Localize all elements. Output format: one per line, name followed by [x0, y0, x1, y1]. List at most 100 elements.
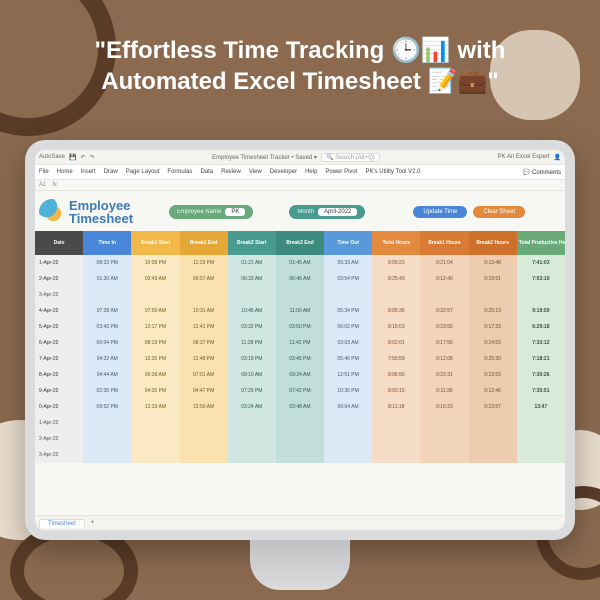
cell[interactable]: [324, 431, 372, 447]
cell[interactable]: 02:36 PM: [83, 383, 131, 399]
col-timeout[interactable]: Time Out: [324, 231, 372, 255]
cell[interactable]: 7:35:51: [517, 383, 565, 399]
month-field[interactable]: Month April-2022: [289, 205, 365, 219]
cell[interactable]: [517, 287, 565, 303]
cell[interactable]: 06:46 AM: [276, 271, 324, 287]
cell[interactable]: 07:29 PM: [228, 383, 276, 399]
col-timein[interactable]: Time In: [83, 231, 131, 255]
cell[interactable]: 03:45 PM: [276, 351, 324, 367]
ribbon-home[interactable]: Home: [57, 169, 73, 175]
cell[interactable]: 11:19 PM: [180, 255, 228, 271]
cell[interactable]: [276, 431, 324, 447]
cell[interactable]: [276, 415, 324, 431]
cell[interactable]: 03:50 PM: [276, 319, 324, 335]
cell[interactable]: 01:21 AM: [228, 255, 276, 271]
cell[interactable]: [228, 287, 276, 303]
undo-icon[interactable]: ↶: [81, 154, 86, 161]
cell[interactable]: 0:11:38: [420, 383, 468, 399]
cell[interactable]: [228, 431, 276, 447]
cell[interactable]: [469, 431, 517, 447]
table-row[interactable]: 3-Apr-22: [35, 447, 565, 463]
employee-name-field[interactable]: Employee Name PK: [169, 205, 253, 219]
table-row[interactable]: 0-Apr-2209:52 PM12:33 AM12:50 AM03:24 AM…: [35, 399, 565, 415]
cell[interactable]: 07:28 AM: [83, 303, 131, 319]
table-row[interactable]: 6-Apr-2206:04 PM08:19 PM08:37 PM11:28 PM…: [35, 335, 565, 351]
cell[interactable]: 01:45 AM: [276, 255, 324, 271]
table-row[interactable]: 9-Apr-2202:36 PM04:35 PM04:47 PM07:29 PM…: [35, 383, 565, 399]
cell[interactable]: 10:36 PM: [324, 383, 372, 399]
cell[interactable]: [180, 287, 228, 303]
cell[interactable]: 07:01 AM: [180, 367, 228, 383]
cell[interactable]: 09:10 AM: [228, 367, 276, 383]
cell[interactable]: 05:33 AM: [324, 255, 372, 271]
col-b1h[interactable]: Break1 Hours: [420, 231, 468, 255]
cell[interactable]: 9-Apr-22: [35, 383, 83, 399]
formula-bar[interactable]: A1 fx: [35, 180, 565, 191]
ribbon-power-pivot[interactable]: Power Pivot: [325, 169, 357, 175]
ribbon-help[interactable]: Help: [305, 169, 317, 175]
cell[interactable]: 8:11:18: [372, 399, 420, 415]
cell[interactable]: 08:37 PM: [180, 335, 228, 351]
cell[interactable]: 08:19 PM: [131, 335, 179, 351]
cell[interactable]: [83, 415, 131, 431]
cell[interactable]: 7:33:12: [517, 335, 565, 351]
cell[interactable]: [420, 287, 468, 303]
cell[interactable]: 0:12:40: [420, 271, 468, 287]
cell[interactable]: 8:06:50: [372, 367, 420, 383]
cell[interactable]: [469, 287, 517, 303]
cell[interactable]: [517, 447, 565, 463]
table-row[interactable]: 2-Apr-22: [35, 431, 565, 447]
timesheet-grid[interactable]: Date Time In Break1 Start Break1 End Bre…: [35, 231, 565, 463]
document-title[interactable]: Employee Timesheet Tracker • Saved ▾: [212, 154, 317, 161]
cell[interactable]: [517, 415, 565, 431]
cell[interactable]: [83, 447, 131, 463]
cell[interactable]: 07:50 AM: [131, 303, 179, 319]
cell[interactable]: [372, 447, 420, 463]
user-name[interactable]: PK An Excel Expert: [497, 154, 549, 160]
cell[interactable]: 09:57 AM: [180, 271, 228, 287]
cell[interactable]: [372, 287, 420, 303]
cell[interactable]: 0:12:08: [420, 351, 468, 367]
cell[interactable]: [276, 287, 324, 303]
col-b2e[interactable]: Break2 End: [276, 231, 324, 255]
table-row[interactable]: 7-Apr-2204:32 AM12:36 PM12:48 PM03:19 PM…: [35, 351, 565, 367]
table-row[interactable]: 5-Apr-2203:43 PM12:17 PM12:41 PM03:32 PM…: [35, 319, 565, 335]
cell[interactable]: 1-Apr-22: [35, 255, 83, 271]
cell[interactable]: 04:35 PM: [131, 383, 179, 399]
name-box[interactable]: A1: [39, 182, 46, 188]
cell[interactable]: [469, 415, 517, 431]
cell[interactable]: [420, 447, 468, 463]
cell[interactable]: 0:25:30: [469, 351, 517, 367]
cell[interactable]: 06:04 PM: [83, 335, 131, 351]
cell[interactable]: 6:29:18: [517, 319, 565, 335]
cell[interactable]: 7-Apr-22: [35, 351, 83, 367]
ribbon-page-layout[interactable]: Page Layout: [126, 169, 160, 175]
cell[interactable]: 06:02 PM: [324, 319, 372, 335]
table-row[interactable]: 4-Apr-2207:28 AM07:50 AM10:31 AM10:46 AM…: [35, 303, 565, 319]
cell[interactable]: 05:34 PM: [324, 303, 372, 319]
cell[interactable]: [131, 447, 179, 463]
cell[interactable]: 02:03 AM: [324, 335, 372, 351]
cell[interactable]: [324, 447, 372, 463]
cell[interactable]: 0:14:53: [469, 335, 517, 351]
cell[interactable]: 6-Apr-22: [35, 335, 83, 351]
cell[interactable]: 03:48 AM: [276, 399, 324, 415]
col-b1s[interactable]: Break1 Start: [131, 231, 179, 255]
cell[interactable]: 06:04 AM: [324, 399, 372, 415]
cell[interactable]: 0:17:33: [469, 319, 517, 335]
cell[interactable]: 12:51 PM: [324, 367, 372, 383]
cell[interactable]: 0:21:04: [420, 255, 468, 271]
cell[interactable]: 03:24 AM: [228, 399, 276, 415]
ribbon-file[interactable]: File: [39, 169, 49, 175]
table-row[interactable]: 3-Apr-22: [35, 287, 565, 303]
cell[interactable]: 8:05:36: [372, 303, 420, 319]
cell[interactable]: 12:17 PM: [131, 319, 179, 335]
cell[interactable]: 5-Apr-22: [35, 319, 83, 335]
cell[interactable]: 0:19:51: [469, 271, 517, 287]
cell[interactable]: [131, 415, 179, 431]
cell[interactable]: 0:13:53: [469, 367, 517, 383]
ribbon-developer[interactable]: Developer: [270, 169, 297, 175]
table-row[interactable]: 2-Apr-2201:30 AM03:49 AM09:57 AM06:33 AM…: [35, 271, 565, 287]
cell[interactable]: 8:15:53: [372, 319, 420, 335]
cell[interactable]: 03:43 PM: [83, 319, 131, 335]
